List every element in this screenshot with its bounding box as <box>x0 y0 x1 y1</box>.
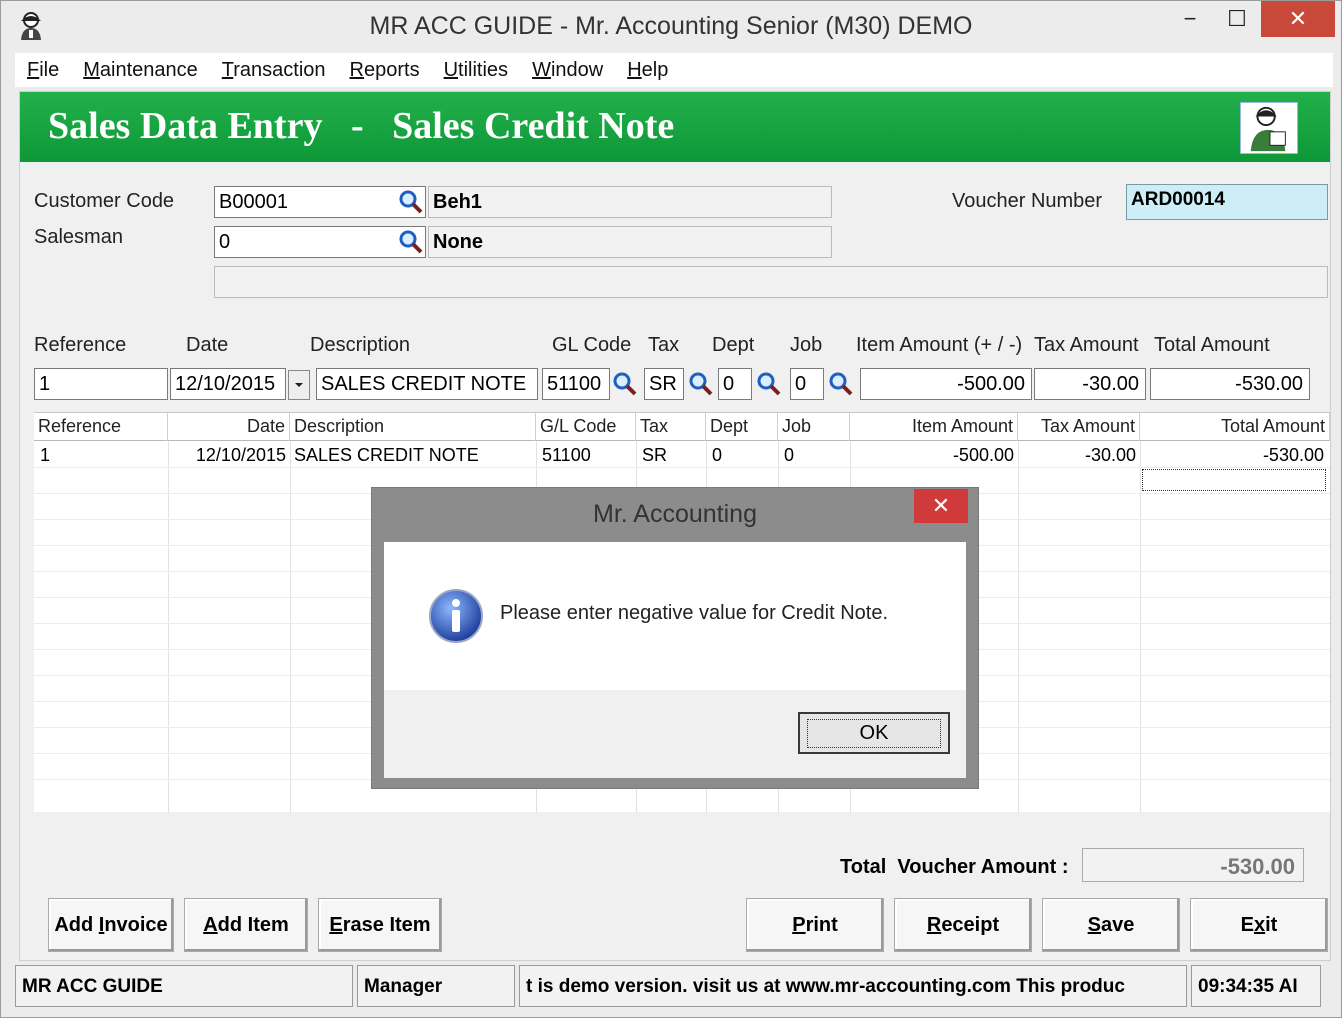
dialog-close-button[interactable]: ✕ <box>914 489 968 523</box>
grid-header: Reference Date Description G/L Code Tax … <box>34 413 1330 441</box>
entry-item-amount-input[interactable]: -500.00 <box>860 368 1032 400</box>
cell-gl-code: 51100 <box>542 445 591 465</box>
dept-lookup-icon[interactable] <box>754 369 784 399</box>
cell-tax: SR <box>642 445 668 465</box>
add-item-button[interactable]: Add Item <box>184 898 308 952</box>
entry-gl-code-input[interactable]: 51100 <box>542 368 610 400</box>
menu-file[interactable]: File <box>27 59 59 82</box>
salesman-lookup-icon[interactable] <box>396 227 426 257</box>
tax-lookup-icon[interactable] <box>686 369 716 399</box>
entry-item-amount-label: Item Amount (+ / -) <box>856 334 1023 356</box>
entry-dept-input[interactable]: 0 <box>718 368 752 400</box>
cell-date: 12/10/2015 <box>195 445 286 465</box>
grid-col-gl-code[interactable]: G/L Code <box>536 413 636 441</box>
minimize-button[interactable]: − <box>1167 1 1213 37</box>
status-marquee: t is demo version. visit us at www.mr-ac… <box>519 965 1187 1007</box>
customer-address-field <box>214 266 1328 298</box>
message-dialog: Mr. Accounting ✕ Please enter negative v… <box>371 487 979 789</box>
total-voucher-amount: -530.00 <box>1082 848 1304 882</box>
cell-dept: 0 <box>712 445 723 465</box>
customer-code-input[interactable]: B00001 <box>214 186 426 218</box>
grid-col-item-amount[interactable]: Item Amount <box>850 413 1018 441</box>
cell-item-amount: -500.00 <box>952 445 1014 465</box>
window-title: MR ACC GUIDE - Mr. Accounting Senior (M3… <box>369 12 973 40</box>
cell-description: SALES CREDIT NOTE <box>294 445 479 465</box>
app-window: MR ACC GUIDE - Mr. Accounting Senior (M3… <box>0 0 1342 1018</box>
cell-reference: 1 <box>40 445 51 465</box>
menu-utilities[interactable]: Utilities <box>444 59 508 82</box>
total-voucher-label: Total Voucher Amount : <box>840 856 1069 878</box>
salesman-label: Salesman <box>34 226 123 248</box>
customer-lookup-icon[interactable] <box>396 187 426 217</box>
maximize-button[interactable]: ☐ <box>1213 1 1261 37</box>
menu-help[interactable]: Help <box>627 59 668 82</box>
voucher-number-field: ARD00014 <box>1126 184 1328 220</box>
print-button[interactable]: Print <box>746 898 884 952</box>
entry-tax-label: Tax <box>648 334 680 356</box>
grid-col-description[interactable]: Description <box>290 413 536 441</box>
header-band: Sales Data Entry - Sales Credit Note <box>20 92 1330 162</box>
title-bar: MR ACC GUIDE - Mr. Accounting Senior (M3… <box>1 1 1341 51</box>
entry-dept-label: Dept <box>712 334 755 356</box>
exit-button[interactable]: Ex it <box>1190 898 1328 952</box>
entry-description-label: Description <box>310 334 411 356</box>
save-button[interactable]: Save <box>1042 898 1180 952</box>
grid-col-date[interactable]: Date <box>168 413 290 441</box>
menu-reports[interactable]: Reports <box>350 59 420 82</box>
entry-reference-label: Reference <box>34 334 127 356</box>
status-user: Manager <box>357 965 515 1007</box>
page-title: Sales Data Entry - Sales Credit Note <box>48 105 675 147</box>
voucher-number-label: Voucher Number <box>952 190 1103 212</box>
entry-tax-amount-label: Tax Amount <box>1034 334 1139 356</box>
job-lookup-icon[interactable] <box>826 369 856 399</box>
add-invoice-button[interactable]: Add Invoice <box>48 898 174 952</box>
grid-col-tax-amount[interactable]: Tax Amount <box>1018 413 1140 441</box>
entry-date-label: Date <box>186 334 229 356</box>
entry-gl-code-label: GL Code <box>552 334 632 356</box>
entry-job-label: Job <box>790 334 823 356</box>
entry-total-amount-label: Total Amount <box>1154 334 1270 356</box>
customer-name-field: Beh1 <box>428 186 832 218</box>
erase-item-button[interactable]: Erase Item <box>318 898 442 952</box>
status-company: MR ACC GUIDE <box>15 965 353 1007</box>
customer-code-label: Customer Code <box>34 190 175 212</box>
accountant-logo-icon <box>1240 102 1298 154</box>
entry-description-input[interactable]: SALES CREDIT NOTE <box>316 368 538 400</box>
salesman-name-field: None <box>428 226 832 258</box>
salesman-input[interactable]: 0 <box>214 226 426 258</box>
gl-code-lookup-icon[interactable] <box>610 369 640 399</box>
grid-focus-cell[interactable] <box>1142 469 1326 491</box>
cell-tax-amount: -30.00 <box>1084 445 1136 465</box>
chevron-down-icon <box>295 383 303 387</box>
dialog-title: Mr. Accounting <box>593 500 757 528</box>
info-icon <box>429 589 483 643</box>
status-time: 09:34:35 AI <box>1191 965 1321 1007</box>
grid-col-tax[interactable]: Tax <box>636 413 706 441</box>
cell-job: 0 <box>784 445 795 465</box>
dialog-message: Please enter negative value for Credit N… <box>500 602 888 624</box>
menu-bar: File Maintenance Transaction Reports Uti… <box>15 53 1333 87</box>
entry-tax-input[interactable]: SR <box>644 368 684 400</box>
close-window-button[interactable]: ✕ <box>1261 1 1335 37</box>
entry-tax-amount-input[interactable]: -30.00 <box>1034 368 1146 400</box>
entry-date-input[interactable]: 12/10/2015 <box>170 368 286 400</box>
grid-col-job[interactable]: Job <box>778 413 850 441</box>
receipt-button[interactable]: Receipt <box>894 898 1032 952</box>
menu-transaction[interactable]: Transaction <box>222 59 326 82</box>
menu-maintenance[interactable]: Maintenance <box>83 59 198 82</box>
grid-col-total-amount[interactable]: Total Amount <box>1140 413 1330 441</box>
status-bar: MR ACC GUIDE Manager t is demo version. … <box>15 965 1335 1007</box>
dialog-message-area: Please enter negative value for Credit N… <box>384 542 966 690</box>
grid-col-dept[interactable]: Dept <box>706 413 778 441</box>
ok-button[interactable]: OK <box>798 712 950 754</box>
entry-job-input[interactable]: 0 <box>790 368 824 400</box>
cell-total-amount: -530.00 <box>1262 445 1324 465</box>
menu-window[interactable]: Window <box>532 59 603 82</box>
entry-reference-input[interactable]: 1 <box>34 368 168 400</box>
date-dropdown-button[interactable] <box>288 370 310 400</box>
entry-total-amount-input[interactable]: -530.00 <box>1150 368 1310 400</box>
dialog-body: Please enter negative value for Credit N… <box>384 542 966 778</box>
grid-col-reference[interactable]: Reference <box>34 413 168 441</box>
